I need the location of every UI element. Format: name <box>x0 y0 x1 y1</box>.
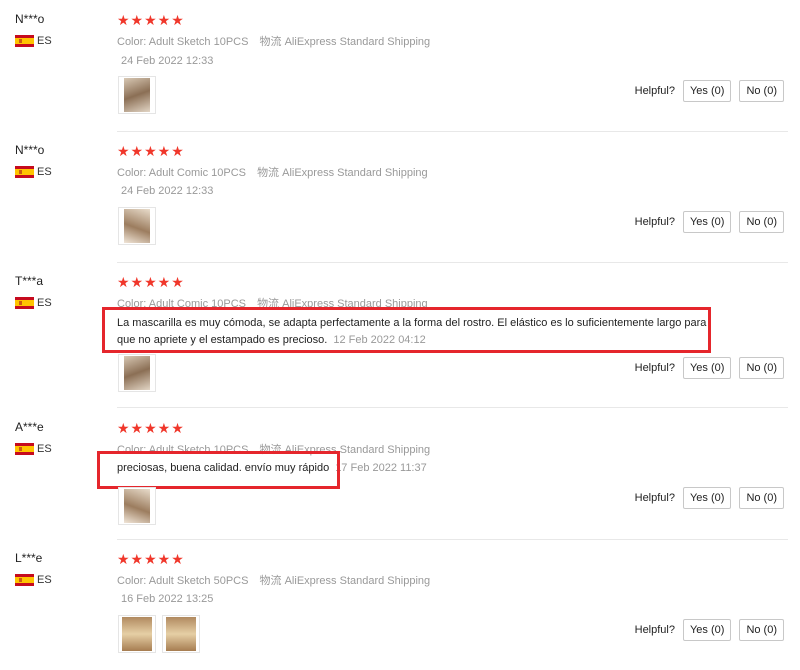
shipping-method: AliExpress Standard Shipping <box>284 575 431 587</box>
photo-image <box>166 617 196 651</box>
reviewer-country: ES <box>15 297 52 309</box>
helpful-vote: Helpful? Yes (0) No (0) <box>635 211 784 233</box>
reviews-page: N***o ES ★★★★★ Color: Adult Sketch 10PCS… <box>0 0 800 670</box>
reviewer-country: ES <box>15 574 52 586</box>
shipping-method: AliExpress Standard Shipping <box>284 36 431 48</box>
yes-button[interactable]: Yes (0) <box>682 487 732 509</box>
product-color: Color: Adult Sketch 50PCS <box>117 575 249 587</box>
no-button[interactable]: No (0) <box>739 619 784 641</box>
star-rating: ★★★★★ <box>117 12 185 28</box>
feedback-date: 17 Feb 2022 11:37 <box>335 462 427 474</box>
reviewer-name: L***e <box>15 551 43 565</box>
highlight-box <box>97 451 340 489</box>
star-rating: ★★★★★ <box>117 551 185 567</box>
spain-flag-icon <box>15 166 34 178</box>
photo-image <box>124 489 150 523</box>
product-color: Color: Adult Sketch 10PCS <box>117 36 249 48</box>
product-color: Color: Adult Comic 10PCS <box>117 167 246 179</box>
shipping-prefix: 物流 <box>259 36 282 48</box>
shipping-prefix: 物流 <box>257 167 280 179</box>
star-rating: ★★★★★ <box>117 420 185 436</box>
no-button[interactable]: No (0) <box>739 357 784 379</box>
spain-flag-icon <box>15 574 34 586</box>
star-rating: ★★★★★ <box>117 274 185 290</box>
country-code: ES <box>37 166 52 178</box>
spain-flag-icon <box>15 297 34 309</box>
review-meta: Color: Adult Sketch 10PCS 物流 AliExpress … <box>117 33 430 49</box>
review-date: 16 Feb 2022 13:25 <box>121 593 214 605</box>
yes-button[interactable]: Yes (0) <box>682 211 732 233</box>
country-code: ES <box>37 443 52 455</box>
review-date: 24 Feb 2022 12:33 <box>121 55 214 67</box>
reviewer-country: ES <box>15 166 52 178</box>
helpful-vote: Helpful? Yes (0) No (0) <box>635 487 784 509</box>
reviewer-name: N***o <box>15 12 45 26</box>
shipping-prefix: 物流 <box>259 575 282 587</box>
star-rating: ★★★★★ <box>117 143 185 159</box>
review-photo[interactable] <box>118 76 156 114</box>
yes-button[interactable]: Yes (0) <box>682 619 732 641</box>
helpful-vote: Helpful? Yes (0) No (0) <box>635 357 784 379</box>
country-code: ES <box>37 297 52 309</box>
country-code: ES <box>37 35 52 47</box>
reviewer-name: N***o <box>15 143 45 157</box>
yes-button[interactable]: Yes (0) <box>682 357 732 379</box>
reviewer-name: A***e <box>15 420 44 434</box>
review-item: A***e ES ★★★★★ Color: Adult Sketch 10PCS… <box>0 408 800 539</box>
review-photo[interactable] <box>162 615 200 653</box>
photo-image <box>124 209 150 243</box>
review-meta: Color: Adult Comic 10PCS 物流 AliExpress S… <box>117 164 428 180</box>
no-button[interactable]: No (0) <box>739 211 784 233</box>
helpful-label: Helpful? <box>634 216 675 228</box>
review-item: N***o ES ★★★★★ Color: Adult Comic 10PCS … <box>0 131 800 262</box>
review-item: T***a ES ★★★★★ Color: Adult Comic 10PCS … <box>0 262 800 407</box>
review-photo[interactable] <box>118 354 156 392</box>
helpful-label: Helpful? <box>634 624 675 636</box>
review-photo[interactable] <box>118 207 156 245</box>
review-meta: Color: Adult Sketch 50PCS 物流 AliExpress … <box>117 572 430 588</box>
no-button[interactable]: No (0) <box>739 80 784 102</box>
review-item: N***o ES ★★★★★ Color: Adult Sketch 10PCS… <box>0 0 800 131</box>
highlight-box <box>102 307 711 353</box>
reviewer-country: ES <box>15 35 52 47</box>
yes-button[interactable]: Yes (0) <box>682 80 732 102</box>
country-code: ES <box>37 574 52 586</box>
review-photo[interactable] <box>118 487 156 525</box>
photo-image <box>124 78 150 112</box>
review-date: 24 Feb 2022 12:33 <box>121 185 214 197</box>
review-item: L***e ES ★★★★★ Color: Adult Sketch 50PCS… <box>0 539 800 670</box>
helpful-label: Helpful? <box>634 85 675 97</box>
review-photo[interactable] <box>118 615 156 653</box>
reviewer-country: ES <box>15 443 52 455</box>
spain-flag-icon <box>15 35 34 47</box>
reviewer-name: T***a <box>15 274 44 288</box>
shipping-method: AliExpress Standard Shipping <box>282 167 428 179</box>
helpful-vote: Helpful? Yes (0) No (0) <box>635 80 784 102</box>
photo-image <box>124 356 150 390</box>
spain-flag-icon <box>15 443 34 455</box>
helpful-vote: Helpful? Yes (0) No (0) <box>635 619 784 641</box>
helpful-label: Helpful? <box>634 362 675 374</box>
no-button[interactable]: No (0) <box>739 487 784 509</box>
photo-image <box>122 617 152 651</box>
helpful-label: Helpful? <box>634 492 675 504</box>
